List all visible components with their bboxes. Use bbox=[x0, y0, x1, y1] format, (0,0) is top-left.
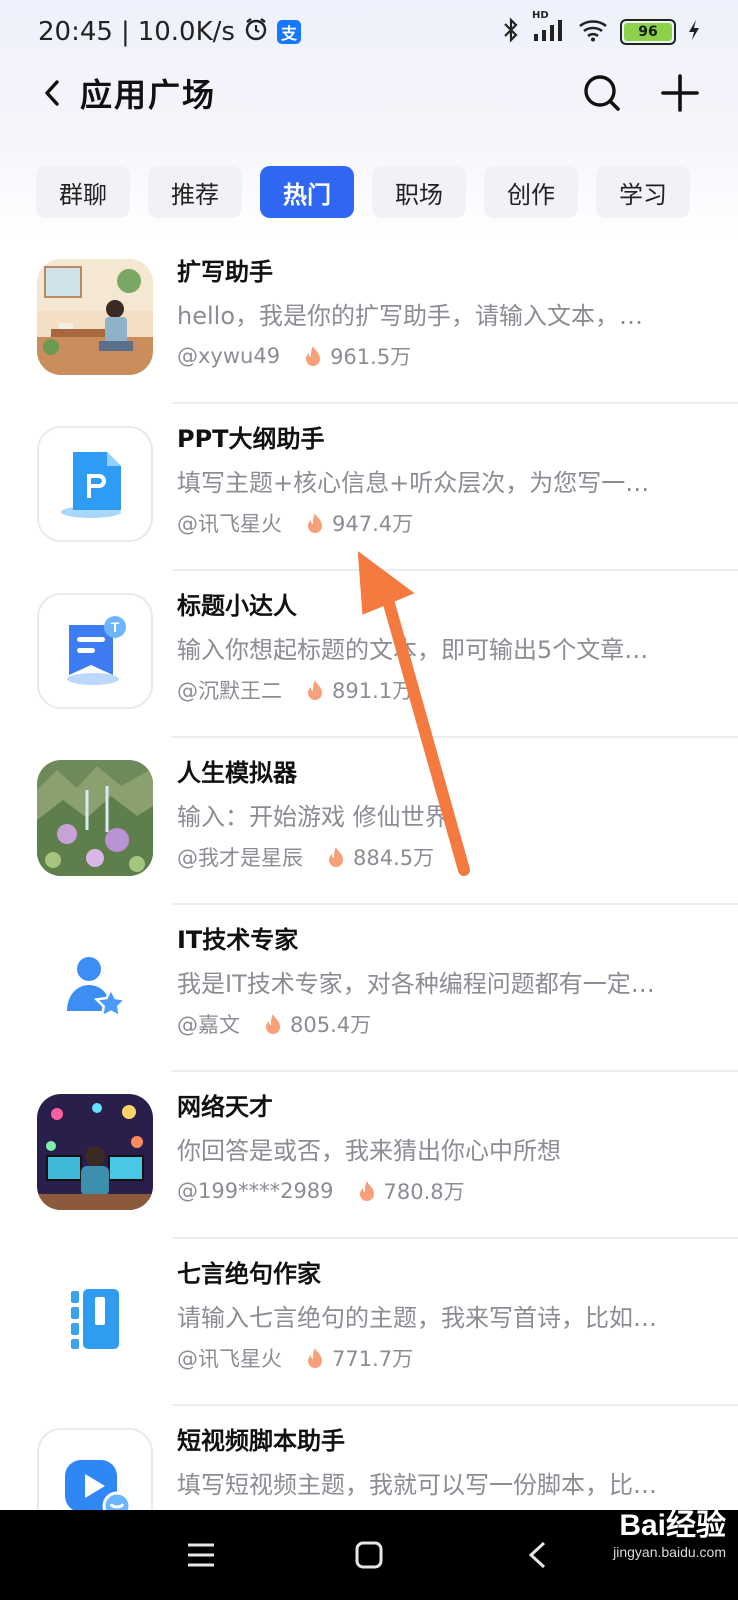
home-button[interactable] bbox=[346, 1532, 392, 1578]
app-description: 填写主题+核心信息+听众层次，为您写一… bbox=[177, 469, 650, 497]
list-item[interactable]: 网络天才 你回答是或否，我来猜出你心中所想 @199****2989 780.8… bbox=[0, 1072, 738, 1239]
app-name: 七言绝句作家 bbox=[177, 1260, 321, 1288]
battery-level: 96 bbox=[624, 23, 672, 41]
status-separator: | bbox=[120, 17, 130, 47]
app-heat: 780.8万 bbox=[383, 1180, 465, 1204]
app-heat: 947.4万 bbox=[332, 512, 414, 536]
menu-button[interactable] bbox=[178, 1532, 224, 1578]
list-item[interactable]: PPT大纲助手 填写主题+核心信息+听众层次，为您写一… @讯飞星火 947.4… bbox=[0, 404, 738, 571]
title-bookmark-icon: T bbox=[37, 593, 153, 709]
category-tabs: 群聊 推荐 热门 职场 创作 学习 bbox=[36, 166, 690, 218]
status-time: 20:45 bbox=[38, 17, 113, 47]
hd-label: HD bbox=[532, 9, 549, 21]
bluetooth-icon bbox=[502, 16, 520, 48]
alipay-icon: 支 bbox=[276, 20, 301, 44]
list-item[interactable]: T 标题小达人 输入你想起标题的文本，即可输出5个文章… @沉默王二 891.1… bbox=[0, 571, 738, 738]
list-item[interactable]: 人生模拟器 输入：开始游戏 修仙世界 @我才是星辰 884.5万 bbox=[0, 738, 738, 905]
app-meta: @讯飞星火 947.4万 bbox=[177, 508, 707, 538]
fire-icon bbox=[329, 847, 343, 867]
watermark-brand: Bai经验 bbox=[619, 1509, 726, 1542]
network-speed: 10.0K/s bbox=[137, 17, 235, 47]
app-header: 应用广场 bbox=[0, 60, 738, 126]
app-description: 输入：开始游戏 修仙世界 bbox=[177, 803, 449, 831]
ppt-document-icon bbox=[37, 426, 153, 542]
tab-creation[interactable]: 创作 bbox=[484, 166, 578, 218]
home-square-icon bbox=[355, 1541, 383, 1569]
app-author: @xywu49 bbox=[177, 344, 281, 368]
app-name: 短视频脚本助手 bbox=[177, 1427, 345, 1455]
list-item[interactable]: 七言绝句作家 请输入七言绝句的主题，我来写首诗，比如… @讯飞星火 771.7万 bbox=[0, 1239, 738, 1406]
add-button[interactable] bbox=[660, 73, 700, 113]
tab-popular[interactable]: 热门 bbox=[260, 166, 354, 218]
fantasy-landscape-icon bbox=[37, 760, 153, 876]
battery-icon: 96 bbox=[620, 19, 676, 45]
watermark-url: jingyan.baidu.com bbox=[613, 1544, 726, 1560]
app-author: @嘉文 bbox=[177, 1013, 240, 1037]
app-author: @沉默王二 bbox=[177, 679, 282, 703]
app-description: 你回答是或否，我来猜出你心中所想 bbox=[177, 1137, 561, 1165]
status-bar: 20:45 | 10.0K/s 支 HD 96 bbox=[0, 0, 738, 64]
fire-icon bbox=[266, 1014, 280, 1034]
app-meta: @讯飞星火 771.7万 bbox=[177, 1343, 707, 1373]
app-meta: @沉默王二 891.1万 bbox=[177, 675, 707, 705]
app-meta: @我才是星辰 884.5万 bbox=[177, 842, 707, 872]
app-description: hello，我是你的扩写助手，请输入文本，… bbox=[177, 302, 643, 330]
app-description: 输入你想起标题的文本，即可输出5个文章… bbox=[177, 636, 649, 664]
app-heat: 805.4万 bbox=[290, 1013, 372, 1037]
app-name: IT技术专家 bbox=[177, 926, 299, 954]
app-author: @199****2989 bbox=[177, 1179, 334, 1203]
svg-text:T: T bbox=[111, 619, 120, 635]
illustration-reading-man-icon bbox=[37, 259, 153, 375]
app-description: 填写短视频主题，我就可以写一份脚本，比… bbox=[177, 1471, 657, 1499]
app-name: 人生模拟器 bbox=[177, 759, 297, 787]
back-button[interactable] bbox=[38, 73, 66, 113]
app-heat: 961.5万 bbox=[330, 345, 412, 369]
search-button[interactable] bbox=[582, 73, 622, 113]
app-author: @讯飞星火 bbox=[177, 512, 282, 536]
app-heat: 884.5万 bbox=[353, 846, 435, 870]
tab-group-chat[interactable]: 群聊 bbox=[36, 166, 130, 218]
app-author: @我才是星辰 bbox=[177, 846, 303, 870]
fire-icon bbox=[308, 1348, 322, 1368]
list-item[interactable]: 扩写助手 hello，我是你的扩写助手，请输入文本，… @xywu49 961.… bbox=[0, 237, 738, 404]
signal-icon: HD bbox=[532, 10, 566, 47]
alarm-icon bbox=[243, 16, 269, 49]
chevron-left-icon bbox=[45, 80, 59, 106]
tab-study[interactable]: 学习 bbox=[596, 166, 690, 218]
tab-workplace[interactable]: 职场 bbox=[372, 166, 466, 218]
app-name: 网络天才 bbox=[177, 1093, 273, 1121]
search-icon bbox=[584, 75, 620, 111]
app-author: @讯飞星火 bbox=[177, 1347, 282, 1371]
charging-icon bbox=[688, 19, 700, 46]
fire-icon bbox=[308, 513, 322, 533]
fire-icon bbox=[308, 680, 322, 700]
back-nav-button[interactable] bbox=[514, 1532, 560, 1578]
back-triangle-icon bbox=[528, 1541, 546, 1569]
app-name: 扩写助手 bbox=[177, 258, 273, 286]
app-meta: @xywu49 961.5万 bbox=[177, 341, 707, 371]
app-heat: 771.7万 bbox=[332, 1347, 414, 1371]
app-description: 我是IT技术专家，对各种编程问题都有一定… bbox=[177, 970, 655, 998]
app-meta: @199****2989 780.8万 bbox=[177, 1176, 707, 1206]
tab-recommended[interactable]: 推荐 bbox=[148, 166, 242, 218]
fire-icon bbox=[359, 1181, 374, 1201]
app-heat: 891.1万 bbox=[332, 679, 414, 703]
app-meta: @嘉文 805.4万 bbox=[177, 1009, 707, 1039]
page-title: 应用广场 bbox=[80, 76, 217, 114]
fire-icon bbox=[306, 346, 321, 366]
expert-user-star-icon bbox=[37, 927, 153, 1043]
menu-icon bbox=[188, 1543, 214, 1567]
list-item[interactable]: IT技术专家 我是IT技术专家，对各种编程问题都有一定… @嘉文 805.4万 bbox=[0, 905, 738, 1072]
baidu-watermark: Bai经验 jingyan.baidu.com bbox=[613, 1500, 726, 1560]
poem-book-icon bbox=[37, 1261, 153, 1377]
plus-icon bbox=[661, 74, 699, 112]
cyber-genius-icon bbox=[37, 1094, 153, 1210]
app-list: 扩写助手 hello，我是你的扩写助手，请输入文本，… @xywu49 961.… bbox=[0, 237, 738, 1573]
app-name: PPT大纲助手 bbox=[177, 425, 325, 453]
app-description: 请输入七言绝句的主题，我来写首诗，比如… bbox=[177, 1304, 657, 1332]
wifi-icon bbox=[578, 18, 608, 47]
app-name: 标题小达人 bbox=[177, 592, 297, 620]
